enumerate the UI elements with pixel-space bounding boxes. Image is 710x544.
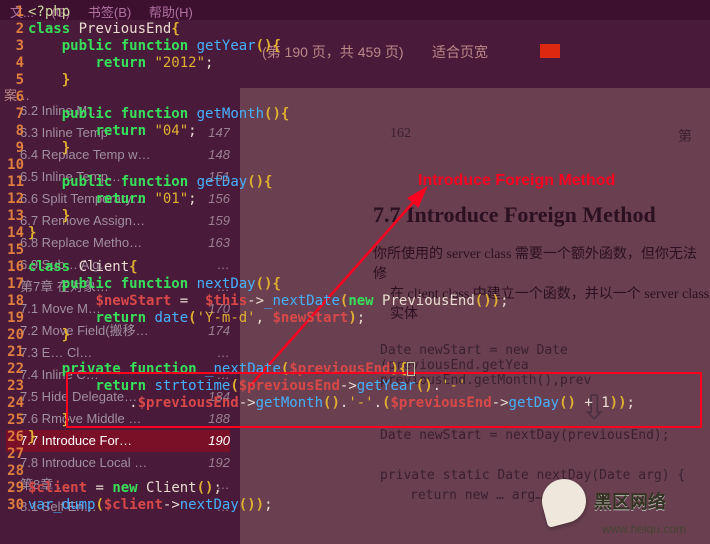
code-line[interactable]: 13 } [0,208,710,225]
code-line[interactable]: 16class Client{ [0,259,710,276]
code-line[interactable]: 23 return strtotime($previousEnd->getYea… [0,378,710,395]
watermark: 黑区网络 [542,476,692,526]
line-number: 6 [0,89,28,106]
line-number: 10 [0,157,28,174]
code-line[interactable]: 18 $newStart = $this->_nextDate(new Prev… [0,293,710,310]
line-number: 4 [0,55,28,72]
code-line[interactable]: 17 public function nextDay(){ [0,276,710,293]
line-number: 20 [0,327,28,344]
watermark-logo-icon [537,474,591,528]
line-number: 19 [0,310,28,327]
text-cursor [407,362,415,376]
code-line[interactable]: 2class PreviousEnd{ [0,21,710,38]
line-number: 18 [0,293,28,310]
code-line[interactable]: 20 } [0,327,710,344]
code-line[interactable]: 14} [0,225,710,242]
line-number: 2 [0,21,28,38]
line-number: 23 [0,378,28,395]
code-line[interactable]: 7 public function getMonth(){ [0,106,710,123]
code-line[interactable]: 15 [0,242,710,259]
line-number: 21 [0,344,28,361]
line-number: 13 [0,208,28,225]
line-number: 11 [0,174,28,191]
line-number: 9 [0,140,28,157]
watermark-title: 黑区网络 [594,488,666,514]
code-line[interactable]: 12 return "01"; [0,191,710,208]
code-line[interactable]: 25 } [0,412,710,429]
code-line[interactable]: 22 private function _nextDate($previousE… [0,361,710,378]
code-line[interactable]: 4 return "2012"; [0,55,710,72]
code-line[interactable]: 3 public function getYear(){ [0,38,710,55]
line-number: 1 [0,4,28,21]
line-number: 24 [0,395,28,412]
line-number: 3 [0,38,28,55]
line-number: 16 [0,259,28,276]
line-number: 26 [0,429,28,446]
code-line[interactable]: 19 return date('Y-m-d', $newStart); [0,310,710,327]
code-line[interactable]: 5 } [0,72,710,89]
watermark-url: www.heiqu.com [602,522,686,536]
line-number: 28 [0,463,28,480]
code-editor[interactable]: 1<?php2class PreviousEnd{3 public functi… [0,4,710,514]
line-number: 25 [0,412,28,429]
line-number: 5 [0,72,28,89]
line-number: 22 [0,361,28,378]
code-line[interactable]: 27 [0,446,710,463]
code-line[interactable]: 11 public function getDay(){ [0,174,710,191]
line-number: 14 [0,225,28,242]
line-number: 27 [0,446,28,463]
code-line[interactable]: 24 .$previousEnd->getMonth().'-'.($previ… [0,395,710,412]
line-number: 7 [0,106,28,123]
code-line[interactable]: 6 [0,89,710,106]
line-number: 15 [0,242,28,259]
line-number: 29 [0,480,28,497]
line-number: 30 [0,497,28,514]
code-line[interactable]: 21 [0,344,710,361]
line-number: 12 [0,191,28,208]
code-line[interactable]: 26} [0,429,710,446]
line-number: 17 [0,276,28,293]
line-number: 8 [0,123,28,140]
code-line[interactable]: 9 } [0,140,710,157]
code-line[interactable]: 10 [0,157,710,174]
code-line[interactable]: 1<?php [0,4,710,21]
code-line[interactable]: 8 return "04"; [0,123,710,140]
